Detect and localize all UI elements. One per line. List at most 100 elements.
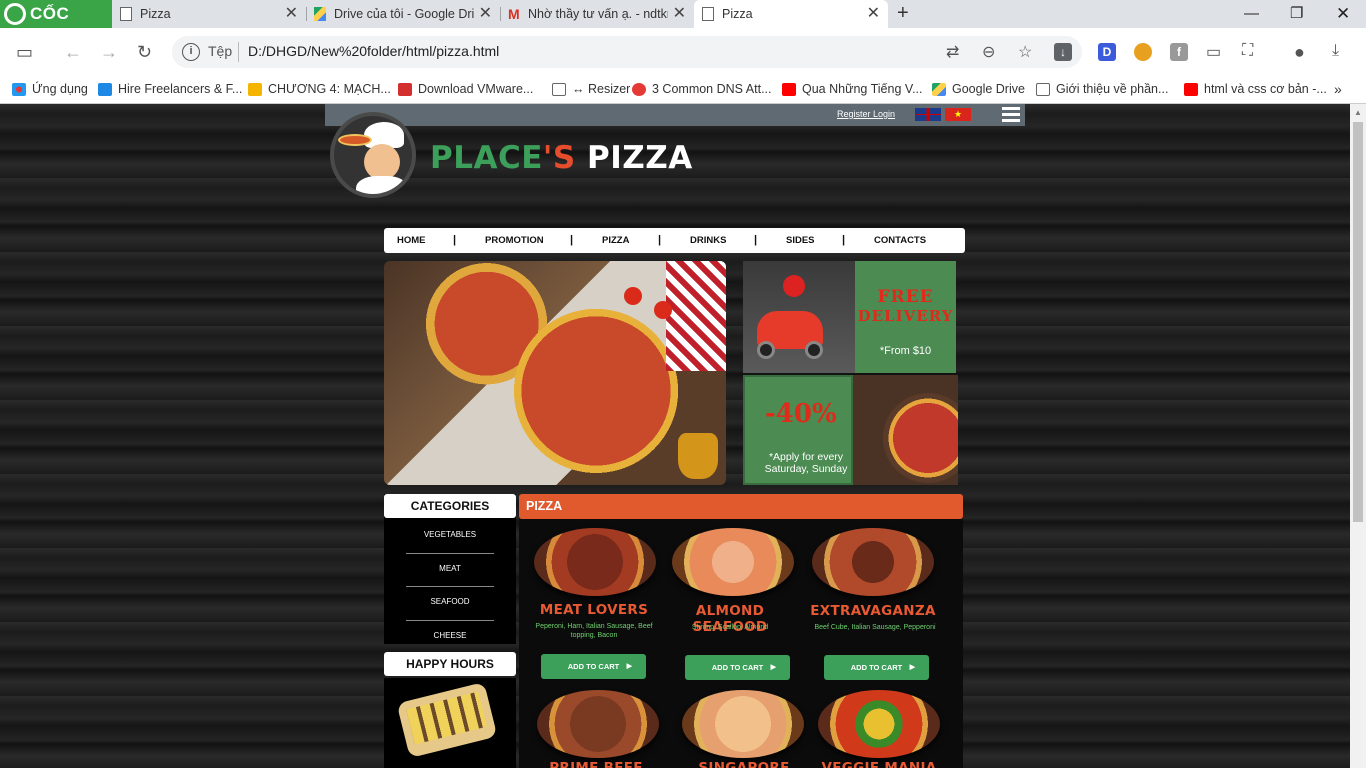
chef-logo[interactable] xyxy=(330,112,416,198)
tab-google-drive[interactable]: Drive của tôi - Google Dri ✕ xyxy=(306,0,500,28)
product-image-singapore-seafood[interactable] xyxy=(682,690,804,758)
bookmark-apps[interactable]: Ứng dụng xyxy=(12,76,88,103)
coccoc-logo[interactable]: CỐC CỐC xyxy=(0,0,112,51)
bookmark-item[interactable]: Giới thiệu về phần... xyxy=(1036,76,1168,103)
play-arrow-icon: ▶ xyxy=(626,663,632,670)
scroll-up-icon[interactable]: ▲ xyxy=(1354,108,1362,117)
new-tab-icon[interactable]: + xyxy=(897,0,909,27)
extension-d-icon[interactable]: D xyxy=(1098,43,1116,61)
bookmark-star-icon[interactable]: ☆ xyxy=(1018,42,1032,62)
brand-part-1: PLACE xyxy=(430,140,543,176)
register-login-link[interactable]: Register Login xyxy=(837,109,895,119)
bookmark-item[interactable]: Download VMware... xyxy=(398,76,533,103)
coccoc-extension-icon[interactable] xyxy=(1134,43,1152,61)
tab-pizza-active[interactable]: Pizza ✕ xyxy=(694,0,888,28)
chef-body xyxy=(356,176,408,194)
close-tab-icon[interactable]: ✕ xyxy=(479,0,492,28)
nav-pizza[interactable]: PIZZA xyxy=(602,235,629,246)
category-seafood[interactable]: SEAFOOD xyxy=(406,597,494,606)
info-icon[interactable]: i xyxy=(182,43,200,61)
scrollbar-thumb[interactable] xyxy=(1353,122,1363,522)
product-image-almond-seafood[interactable] xyxy=(672,528,794,596)
tab-pizza-1[interactable]: Pizza ✕ xyxy=(112,0,306,28)
apps-grid-icon xyxy=(12,83,26,96)
download-icon[interactable]: ↓ xyxy=(1054,43,1072,61)
google-drive-icon xyxy=(314,7,326,21)
tab-title: Pizza xyxy=(140,7,171,21)
product-name[interactable]: SINGAPORE SEAFOOD xyxy=(666,760,822,768)
nav-promotion[interactable]: PROMOTION xyxy=(485,235,544,246)
forward-icon[interactable]: → xyxy=(100,41,118,63)
back-icon[interactable]: ← xyxy=(64,41,82,63)
close-tab-icon[interactable]: ✕ xyxy=(285,0,298,28)
product-image-veggie-mania[interactable] xyxy=(818,690,940,758)
reload-icon[interactable]: ↻ xyxy=(137,41,152,63)
happy-hours-image[interactable] xyxy=(384,678,516,768)
category-vegetables[interactable]: VEGETABLES xyxy=(406,530,494,539)
cast-icon[interactable]: ▭ xyxy=(1206,42,1221,62)
bookmark-item[interactable]: html và css cơ bản -... xyxy=(1184,76,1327,103)
bookmark-item[interactable]: Google Drive xyxy=(932,76,1025,103)
pizza-board xyxy=(396,681,498,759)
url-text[interactable]: D:/DHGD/New%20folder/html/pizza.html xyxy=(248,43,499,59)
minimize-icon[interactable]: — xyxy=(1244,0,1259,28)
nav-sides[interactable]: SIDES xyxy=(786,235,815,246)
product-name[interactable]: PRIME BEEF xyxy=(526,760,666,768)
add-to-cart-button[interactable]: ADD TO CART ▶ xyxy=(541,654,646,679)
close-tab-icon[interactable]: ✕ xyxy=(673,0,686,28)
zoom-out-icon[interactable]: ⊖ xyxy=(982,42,995,62)
account-icon[interactable]: ● xyxy=(1294,42,1305,63)
nav-home[interactable]: HOME xyxy=(397,235,426,246)
translate-icon[interactable]: ⇄ xyxy=(946,42,959,62)
bookmarks-overflow-icon[interactable]: » xyxy=(1334,76,1342,103)
page-icon xyxy=(552,83,566,96)
nav-drinks[interactable]: DRINKS xyxy=(690,235,726,246)
product-image-prime-beef[interactable] xyxy=(537,690,659,758)
oil-bottle xyxy=(678,433,718,479)
add-to-cart-button[interactable]: ADD TO CART ▶ xyxy=(685,655,790,680)
product-name[interactable]: EXTRAVAGANZA xyxy=(803,603,943,619)
page-icon xyxy=(702,7,714,21)
bookmark-item[interactable]: Qua Những Tiếng V... xyxy=(782,76,922,103)
free-delivery-banner[interactable]: FREE DELIVERY *From $10 xyxy=(743,261,956,373)
uk-flag-icon[interactable] xyxy=(915,108,941,121)
add-to-cart-button[interactable]: ADD TO CART ▶ xyxy=(824,655,929,680)
play-arrow-icon: ▶ xyxy=(770,664,776,671)
close-tab-icon[interactable]: ✕ xyxy=(867,0,880,28)
hamburger-menu-icon[interactable] xyxy=(1002,107,1020,122)
product-image-meat-lovers[interactable] xyxy=(534,528,656,596)
sidebar-toggle-icon[interactable]: ▭ xyxy=(16,41,33,63)
tab-gmail[interactable]: M Nhờ thầy tư vấn ạ. - ndtkn ✕ xyxy=(500,0,694,28)
scooter-wheel xyxy=(757,341,775,359)
page-scrollbar[interactable]: ▲ xyxy=(1350,104,1366,768)
bookmarks-bar: Ứng dụng Hire Freelancers & F... CHƯƠNG … xyxy=(0,76,1366,104)
gmail-icon: M xyxy=(508,6,520,22)
facebook-icon[interactable]: f xyxy=(1170,43,1188,61)
bookmark-item[interactable]: 3 Common DNS Att... xyxy=(632,76,771,103)
bookmark-item[interactable]: Hire Freelancers & F... xyxy=(98,76,242,103)
bookmark-item[interactable]: ↔ Resizer xyxy=(552,76,630,103)
restore-icon[interactable]: ❐ xyxy=(1290,0,1303,28)
category-cheese[interactable]: CHEESE xyxy=(406,631,494,640)
category-meat[interactable]: MEAT xyxy=(406,564,494,573)
hero-pizza-image xyxy=(384,261,726,485)
nav-separator: | xyxy=(453,234,457,246)
product-name[interactable]: MEAT LOVERS xyxy=(524,602,664,618)
screenshot-icon[interactable]: ⛶ xyxy=(1242,42,1253,60)
downloads-icon[interactable]: ⤓ xyxy=(1332,42,1339,60)
brand-title[interactable]: PLACE'S PIZZA xyxy=(430,140,693,176)
discount-banner[interactable]: -40% *Apply for every Saturday, Sunday xyxy=(743,375,958,485)
product-image-extravaganza[interactable] xyxy=(812,528,934,596)
delivery-note: *From $10 xyxy=(879,345,932,357)
bookmark-label: html và css cơ bản -... xyxy=(1204,82,1327,96)
pizza-section-heading: PIZZA xyxy=(519,494,963,519)
product-desc: Beef Cube, Italian Sausage, Pepperoni xyxy=(814,624,936,631)
close-window-icon[interactable]: ✕ xyxy=(1336,0,1350,28)
nav-contacts[interactable]: CONTACTS xyxy=(874,235,926,246)
main-nav: HOME | PROMOTION | PIZZA | DRINKS | SIDE… xyxy=(384,228,965,253)
bookmark-item[interactable]: CHƯƠNG 4: MẠCH... xyxy=(248,76,391,103)
vietnam-flag-icon[interactable]: ★ xyxy=(945,108,971,121)
add-to-cart-label: ADD TO CART xyxy=(567,662,620,671)
product-name[interactable]: VEGGIE MANIA xyxy=(809,760,949,768)
category-divider xyxy=(406,553,494,554)
